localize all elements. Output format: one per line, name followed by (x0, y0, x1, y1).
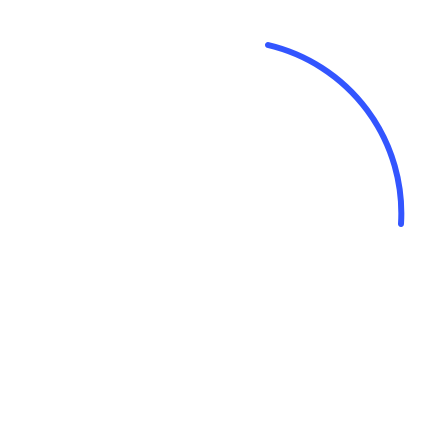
loading-screen (0, 0, 441, 441)
loading-spinner-icon (265, 42, 405, 227)
spinner-arc (265, 42, 405, 227)
